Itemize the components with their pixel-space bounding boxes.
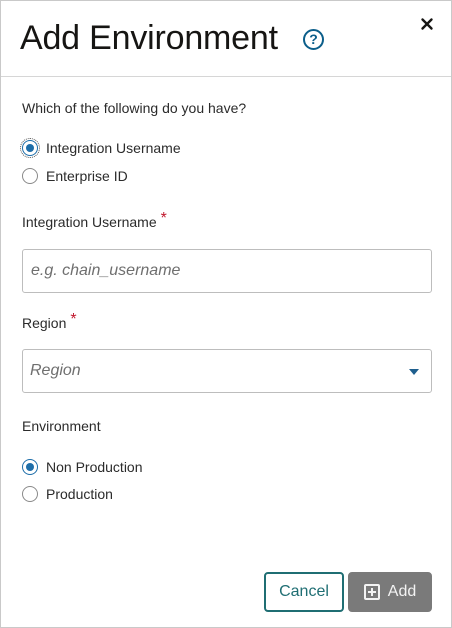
plus-square-icon [363,584,380,600]
environment-label: Environment [22,418,101,434]
radio-label: Integration Username [46,140,181,156]
radio-button[interactable] [22,486,38,502]
radio-label: Non Production [46,459,143,475]
integration-username-label: Integration Username * [22,210,167,232]
radio-button-selected[interactable] [20,138,40,158]
add-button-label: Add [387,583,417,600]
close-icon[interactable] [418,15,436,33]
radio-button[interactable] [22,168,38,184]
caret-down-icon[interactable] [409,369,419,375]
cancel-button[interactable]: Cancel [264,572,344,612]
required-asterisk: * [160,210,167,227]
add-button[interactable]: Add [348,572,432,612]
region-label: Region * [22,311,77,333]
credential-type-question: Which of the following do you have? [22,100,247,116]
integration-username-label-text: Integration Username [22,214,157,230]
add-environment-dialog: Add Environment ? Which of the following… [0,0,452,628]
radio-integration-username[interactable]: Integration Username [20,138,181,158]
radio-label: Production [46,486,113,502]
region-select-placeholder: Region [30,362,81,379]
required-asterisk: * [70,311,77,328]
region-select[interactable]: Region [22,349,432,393]
dialog-header: Add Environment ? [1,1,451,77]
radio-enterprise-id[interactable]: Enterprise ID [22,167,128,185]
integration-username-input[interactable] [22,249,432,293]
cancel-button-label: Cancel [279,583,329,600]
radio-button-selected[interactable] [22,459,38,475]
dialog-title: Add Environment [20,19,278,57]
radio-production[interactable]: Production [22,485,113,503]
radio-non-production[interactable]: Non Production [22,458,143,476]
radio-label: Enterprise ID [46,168,128,184]
help-icon[interactable]: ? [303,29,324,50]
region-label-text: Region [22,315,67,331]
